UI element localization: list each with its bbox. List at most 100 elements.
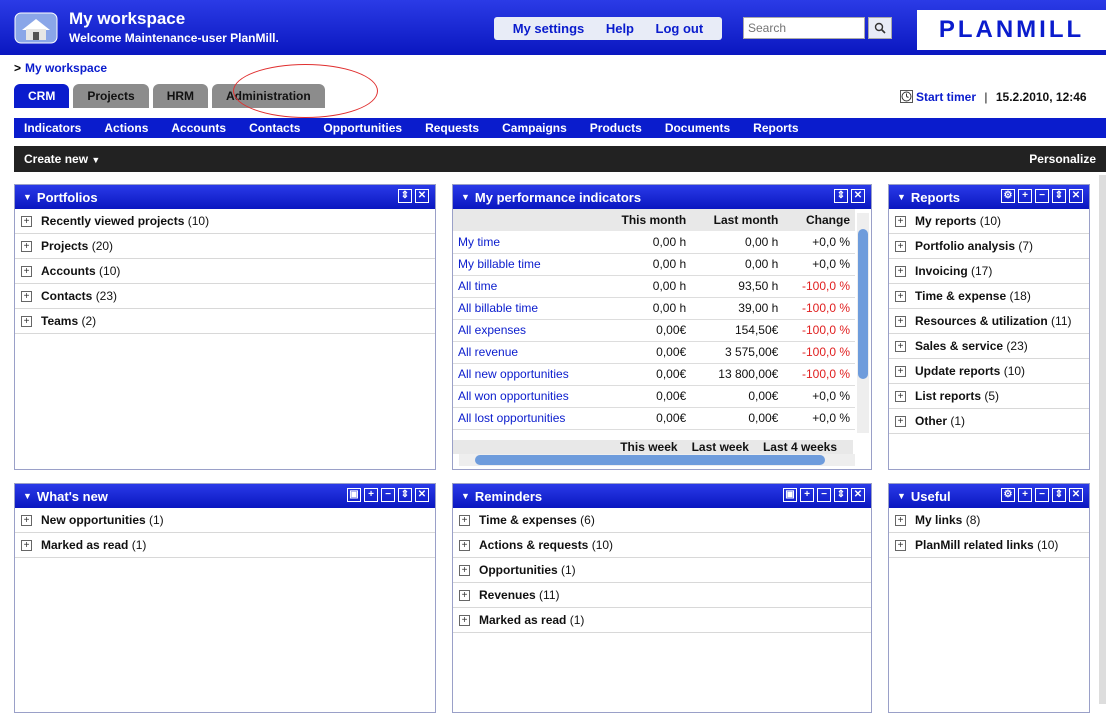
list-item[interactable]: + Marked as read (1) <box>15 533 435 558</box>
home-icon[interactable] <box>14 12 58 44</box>
nav-accounts[interactable]: Accounts <box>171 121 226 135</box>
expand-plus-icon[interactable]: + <box>895 215 906 227</box>
list-item[interactable]: + Opportunities (1) <box>453 558 871 583</box>
close-icon[interactable]: ✕ <box>851 189 865 203</box>
collapse-triangle-icon[interactable]: ▼ <box>461 491 470 501</box>
resize-icon[interactable]: ⇕ <box>834 488 848 502</box>
expand-plus-icon[interactable]: + <box>459 539 470 551</box>
window-icon[interactable]: ▣ <box>783 488 797 502</box>
expand-plus-icon[interactable]: + <box>21 290 32 302</box>
horizontal-scrollbar[interactable] <box>459 454 855 466</box>
list-item[interactable]: + Recently viewed projects (10) <box>15 209 435 234</box>
nav-opportunities[interactable]: Opportunities <box>323 121 402 135</box>
resize-icon[interactable]: ⇕ <box>1052 488 1066 502</box>
collapse-all-icon[interactable]: − <box>381 488 395 502</box>
page-scrollbar[interactable] <box>1099 175 1106 704</box>
collapse-triangle-icon[interactable]: ▼ <box>23 192 32 202</box>
nav-products[interactable]: Products <box>590 121 642 135</box>
my-settings-link[interactable]: My settings <box>513 21 585 36</box>
list-item[interactable]: + Revenues (11) <box>453 583 871 608</box>
expand-plus-icon[interactable]: + <box>895 390 906 402</box>
list-item[interactable]: + Accounts (10) <box>15 259 435 284</box>
list-item[interactable]: + Time & expenses (6) <box>453 508 871 533</box>
list-item[interactable]: + Projects (20) <box>15 234 435 259</box>
start-timer-link[interactable]: Start timer <box>916 90 976 104</box>
expand-plus-icon[interactable]: + <box>21 215 32 227</box>
vertical-scrollbar[interactable] <box>857 213 869 433</box>
nav-requests[interactable]: Requests <box>425 121 479 135</box>
list-item[interactable]: + Teams (2) <box>15 309 435 334</box>
breadcrumb-link[interactable]: My workspace <box>25 61 107 75</box>
resize-icon[interactable]: ⇕ <box>398 488 412 502</box>
window-icon[interactable]: ▣ <box>347 488 361 502</box>
create-new-button[interactable]: Create new ▼ <box>24 152 100 166</box>
list-item[interactable]: + Contacts (23) <box>15 284 435 309</box>
search-button[interactable] <box>868 17 892 39</box>
tab-administration[interactable]: Administration <box>212 84 325 108</box>
tab-hrm[interactable]: HRM <box>152 84 209 108</box>
expand-plus-icon[interactable]: + <box>895 514 906 526</box>
expand-all-icon[interactable]: + <box>1018 488 1032 502</box>
collapse-all-icon[interactable]: − <box>1035 488 1049 502</box>
settings-icon[interactable]: ⚙ <box>1001 488 1015 502</box>
indicator-link[interactable]: All time <box>453 275 599 298</box>
list-item[interactable]: + Other (1) <box>889 409 1089 434</box>
list-item[interactable]: + Actions & requests (10) <box>453 533 871 558</box>
resize-icon[interactable]: ⇕ <box>834 189 848 203</box>
expand-plus-icon[interactable]: + <box>895 365 906 377</box>
indicator-link[interactable]: All expenses <box>453 319 599 342</box>
indicator-link[interactable]: All lost opportunities <box>453 407 599 430</box>
scroll-thumb[interactable] <box>858 229 868 379</box>
resize-icon[interactable]: ⇕ <box>1052 189 1066 203</box>
collapse-triangle-icon[interactable]: ▼ <box>897 192 906 202</box>
list-item[interactable]: + Resources & utilization (11) <box>889 309 1089 334</box>
collapse-all-icon[interactable]: − <box>817 488 831 502</box>
expand-plus-icon[interactable]: + <box>21 265 32 277</box>
resize-icon[interactable]: ⇕ <box>398 189 412 203</box>
search-input[interactable] <box>743 17 865 39</box>
expand-plus-icon[interactable]: + <box>895 240 906 252</box>
indicator-link[interactable]: My billable time <box>453 253 599 276</box>
nav-campaigns[interactable]: Campaigns <box>502 121 567 135</box>
help-link[interactable]: Help <box>606 21 634 36</box>
expand-plus-icon[interactable]: + <box>459 614 470 626</box>
close-icon[interactable]: ✕ <box>415 189 429 203</box>
indicator-link[interactable]: All revenue <box>453 341 599 364</box>
expand-plus-icon[interactable]: + <box>895 340 906 352</box>
expand-plus-icon[interactable]: + <box>895 315 906 327</box>
indicator-link[interactable]: All won opportunities <box>453 385 599 408</box>
expand-plus-icon[interactable]: + <box>895 539 906 551</box>
expand-all-icon[interactable]: + <box>364 488 378 502</box>
expand-plus-icon[interactable]: + <box>21 240 32 252</box>
list-item[interactable]: + Portfolio analysis (7) <box>889 234 1089 259</box>
indicator-link[interactable]: All new opportunities <box>453 363 599 386</box>
close-icon[interactable]: ✕ <box>415 488 429 502</box>
nav-reports[interactable]: Reports <box>753 121 798 135</box>
list-item[interactable]: + New opportunities (1) <box>15 508 435 533</box>
nav-contacts[interactable]: Contacts <box>249 121 300 135</box>
expand-plus-icon[interactable]: + <box>21 539 32 551</box>
list-item[interactable]: + Sales & service (23) <box>889 334 1089 359</box>
close-icon[interactable]: ✕ <box>851 488 865 502</box>
indicator-link[interactable]: My time <box>453 231 599 254</box>
collapse-triangle-icon[interactable]: ▼ <box>23 491 32 501</box>
indicator-link[interactable]: All billable time <box>453 297 599 320</box>
collapse-all-icon[interactable]: − <box>1035 189 1049 203</box>
list-item[interactable]: + Invoicing (17) <box>889 259 1089 284</box>
close-icon[interactable]: ✕ <box>1069 488 1083 502</box>
expand-plus-icon[interactable]: + <box>895 290 906 302</box>
expand-plus-icon[interactable]: + <box>895 415 906 427</box>
list-item[interactable]: + Update reports (10) <box>889 359 1089 384</box>
expand-all-icon[interactable]: + <box>800 488 814 502</box>
close-icon[interactable]: ✕ <box>1069 189 1083 203</box>
expand-plus-icon[interactable]: + <box>21 514 32 526</box>
expand-plus-icon[interactable]: + <box>21 315 32 327</box>
nav-actions[interactable]: Actions <box>104 121 148 135</box>
tab-crm[interactable]: CRM <box>14 84 70 108</box>
collapse-triangle-icon[interactable]: ▼ <box>461 192 470 202</box>
list-item[interactable]: + Time & expense (18) <box>889 284 1089 309</box>
list-item[interactable]: + PlanMill related links (10) <box>889 533 1089 558</box>
expand-plus-icon[interactable]: + <box>459 564 470 576</box>
nav-indicators[interactable]: Indicators <box>24 121 81 135</box>
nav-documents[interactable]: Documents <box>665 121 730 135</box>
